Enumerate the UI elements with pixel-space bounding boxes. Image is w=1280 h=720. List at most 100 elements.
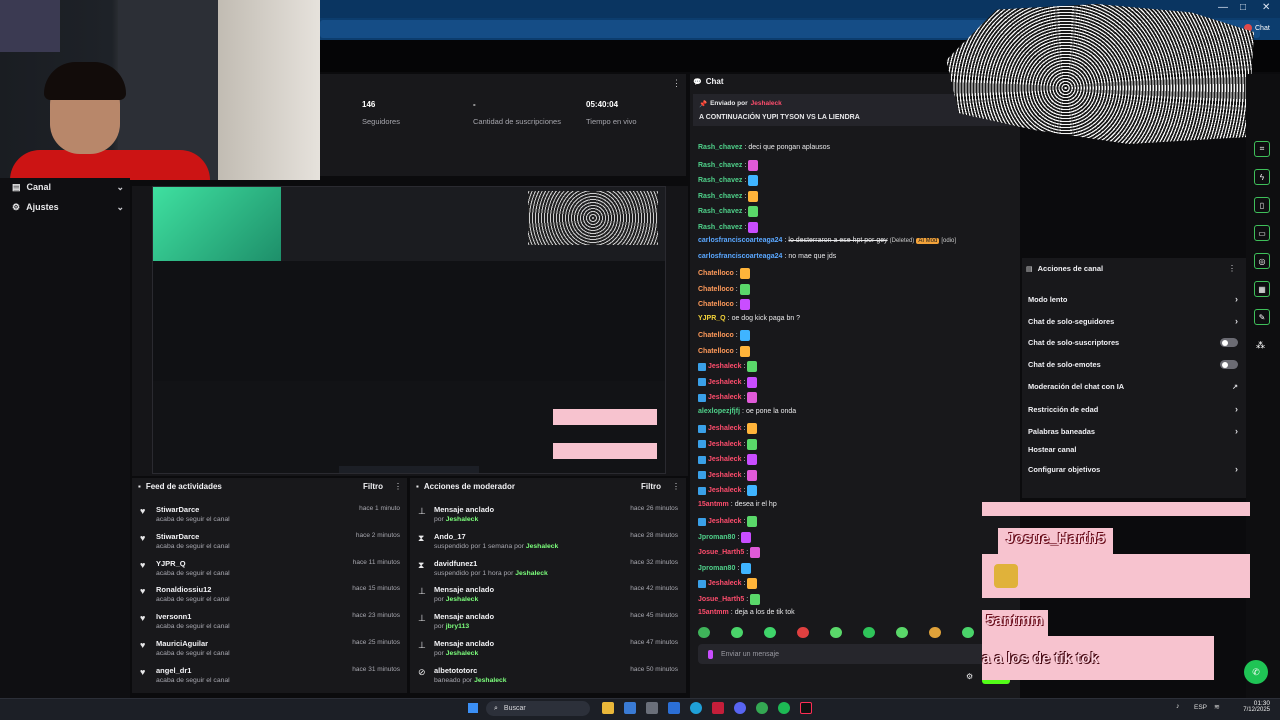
activity-row[interactable]: ♥ angel_dr1 acaba de seguir el canal hace 3… (138, 665, 402, 689)
channel-action-3[interactable]: Chat de solo-emotes (1028, 360, 1238, 369)
toggle-switch[interactable] (1220, 360, 1238, 369)
sidebar-item-ajustes[interactable]: ⚙ Ajustes ⌄ (12, 198, 124, 216)
emote-picker-icon[interactable] (698, 627, 710, 638)
activity-row[interactable]: ♥ YJPR_Q acaba de seguir el canal hace 11 m… (138, 558, 402, 582)
emote-picker-icon[interactable] (797, 627, 809, 638)
chat-message[interactable]: Josue_Harth5: (698, 593, 761, 605)
mod-row[interactable]: ⊥ Mensaje anclado por Jeshaleck hace 47 min… (416, 638, 680, 662)
mod-row[interactable]: ⊥ Mensaje anclado por Jeshaleck hace 42 min… (416, 584, 680, 608)
chat-message[interactable]: Rash_chavez: deci que pongan aplausos (698, 144, 830, 151)
rail-broadcast-icon[interactable]: ◎ (1254, 253, 1270, 269)
emote-picker-icon[interactable] (731, 627, 743, 638)
chat-message[interactable]: Jeshaleck: (698, 469, 758, 481)
app-icon[interactable] (712, 702, 724, 714)
channel-actions-menu-icon[interactable]: ⋮ (1228, 264, 1236, 273)
chat-message[interactable]: Chatelloco: (698, 268, 750, 279)
chat-message[interactable]: Jeshaleck: (698, 485, 758, 496)
edge-icon[interactable] (690, 702, 702, 714)
windows-start-icon[interactable] (468, 703, 478, 713)
stream-preview[interactable] (152, 186, 666, 474)
channel-action-7[interactable]: Hostear canal (1028, 445, 1238, 454)
activity-row[interactable]: ♥ Ronaldiossiu12 acaba de seguir el canal h… (138, 584, 402, 608)
activity-row[interactable]: ♥ StiwarDarce acaba de seguir el canal hace… (138, 531, 402, 555)
chat-message[interactable]: Rash_chavez: (698, 206, 759, 217)
chat-message[interactable]: Jeshaleck: (698, 392, 758, 403)
chat-message[interactable]: carlosfranciscoarteaga24: no mae que jds (698, 253, 836, 260)
chat-message[interactable]: Rash_chavez: (698, 175, 759, 186)
chat-message[interactable]: 15antmm: deja a los de tik tok (698, 609, 795, 616)
emote-picker-icon[interactable] (863, 627, 875, 638)
activity-row[interactable]: ♥ Iversonn1 acaba de seguir el canal hace 2… (138, 611, 402, 635)
chat-settings-icon[interactable]: ⚙ (966, 672, 973, 681)
rail-chat-icon[interactable]: ▭ (1254, 225, 1270, 241)
rail-note-icon[interactable]: ▯ (1254, 197, 1270, 213)
chat-message[interactable]: Rash_chavez: (698, 221, 759, 233)
minimize-icon[interactable]: — (1218, 2, 1228, 13)
chat-message[interactable]: Jeshaleck: (698, 454, 758, 465)
chat-message[interactable]: Chatelloco: (698, 283, 750, 295)
chat-message[interactable]: carlosfranciscoarteaga24: lo desterraron … (698, 237, 956, 244)
channel-action-8[interactable]: Configurar objetivos › (1028, 464, 1238, 474)
emote-picker-icon[interactable] (830, 627, 842, 638)
toggle-switch[interactable] (1220, 338, 1238, 347)
whatsapp-icon[interactable]: ✆ (1244, 660, 1268, 684)
chat-message[interactable]: Jeshaleck: (698, 376, 758, 388)
chat-message[interactable]: Chatelloco: (698, 330, 750, 341)
channel-action-5[interactable]: Restricción de edad › (1028, 404, 1238, 414)
chat-message[interactable]: Jeshaleck: (698, 578, 758, 589)
maximize-icon[interactable]: □ (1240, 2, 1246, 13)
emote-picker-icon[interactable] (929, 627, 941, 638)
channel-action-1[interactable]: Chat de solo-seguidores › (1028, 316, 1238, 326)
mod-row[interactable]: ⊥ Mensaje anclado por jbry113 hace 45 minut… (416, 611, 680, 635)
mic-tray-icon[interactable]: ♪ (1176, 703, 1180, 710)
channel-action-4[interactable]: Moderación del chat con IA ↗ (1028, 382, 1238, 391)
taskbar-search[interactable]: ⌕ Buscar (486, 701, 590, 716)
rail-camera-icon[interactable]: ⌗ (1254, 141, 1270, 157)
chrome-icon[interactable] (756, 702, 768, 714)
emote-picker-icon[interactable] (764, 627, 776, 638)
chat-message[interactable]: Jeshaleck: (698, 423, 758, 434)
channel-action-2[interactable]: Chat de solo-suscriptores (1028, 338, 1238, 347)
activity-row[interactable]: ♥ MauriciAguilar acaba de seguir el canal h… (138, 638, 402, 662)
chat-message[interactable]: Chatelloco: (698, 299, 750, 310)
rail-cards-icon[interactable]: ▦ (1254, 281, 1270, 297)
activity-menu-icon[interactable]: ⋮ (394, 482, 402, 491)
rail-wrench-icon[interactable]: ✎ (1254, 309, 1270, 325)
chat-message[interactable]: Jproman80: (698, 562, 752, 574)
rail-users-icon[interactable]: ⁂ (1256, 340, 1265, 351)
rail-bolt-icon[interactable]: ϟ (1254, 169, 1270, 185)
chat-message[interactable]: Chatelloco: (698, 345, 750, 357)
chat-message[interactable]: Jeshaleck: (698, 516, 758, 527)
close-icon[interactable]: ✕ (1262, 2, 1270, 13)
mod-menu-icon[interactable]: ⋮ (672, 482, 680, 491)
calendar-icon[interactable] (624, 702, 636, 714)
emote-picker-icon[interactable] (896, 627, 908, 638)
mod-row[interactable]: ⊥ Mensaje anclado por Jeshaleck hace 26 min… (416, 504, 680, 528)
chat-input[interactable]: Enviar un mensaje (698, 644, 1008, 664)
chat-message[interactable]: Rash_chavez: (698, 159, 759, 171)
spotify-icon[interactable] (778, 702, 790, 714)
mail-icon[interactable] (668, 702, 680, 714)
chat-message[interactable]: Josue_Harth5: (698, 547, 761, 558)
taskbar-clock[interactable]: 01:30 7/12/2025 (1236, 700, 1270, 713)
mod-row[interactable]: ⧗ davidfunez1 suspendido por 1 hora por Je… (416, 558, 680, 582)
chat-message[interactable]: Jeshaleck: (698, 361, 758, 372)
chat-message[interactable]: YJPR_Q: oe dog kick paga bn ? (698, 315, 800, 322)
channel-action-6[interactable]: Palabras baneadas › (1028, 426, 1238, 436)
chat-message[interactable]: alexlopezjfjfj: oe pone la onda (698, 408, 796, 415)
mod-row[interactable]: ⧗ Ando_17 suspendido por 1 semana por Jesh… (416, 531, 680, 555)
emote-picker-icon[interactable] (962, 627, 974, 638)
chat-message[interactable]: Jproman80: (698, 531, 752, 543)
channel-action-0[interactable]: Modo lento › (1028, 294, 1238, 304)
activity-filter-button[interactable]: Filtro (363, 482, 383, 491)
discord-icon[interactable] (734, 702, 746, 714)
mod-filter-button[interactable]: Filtro (641, 482, 661, 491)
language-indicator[interactable]: ESP (1194, 704, 1207, 711)
mod-row[interactable]: ⊘ albetototorc baneado por Jeshaleck hace 5… (416, 665, 680, 689)
chat-message[interactable]: Jeshaleck: (698, 438, 758, 450)
sidebar-item-canal[interactable]: ▤ Canal ⌄ (12, 178, 124, 196)
tiktok-icon[interactable] (800, 702, 812, 714)
store-icon[interactable] (646, 702, 658, 714)
stats-menu-icon[interactable]: ⋮ (672, 78, 681, 89)
chat-message[interactable]: Rash_chavez: (698, 190, 759, 202)
